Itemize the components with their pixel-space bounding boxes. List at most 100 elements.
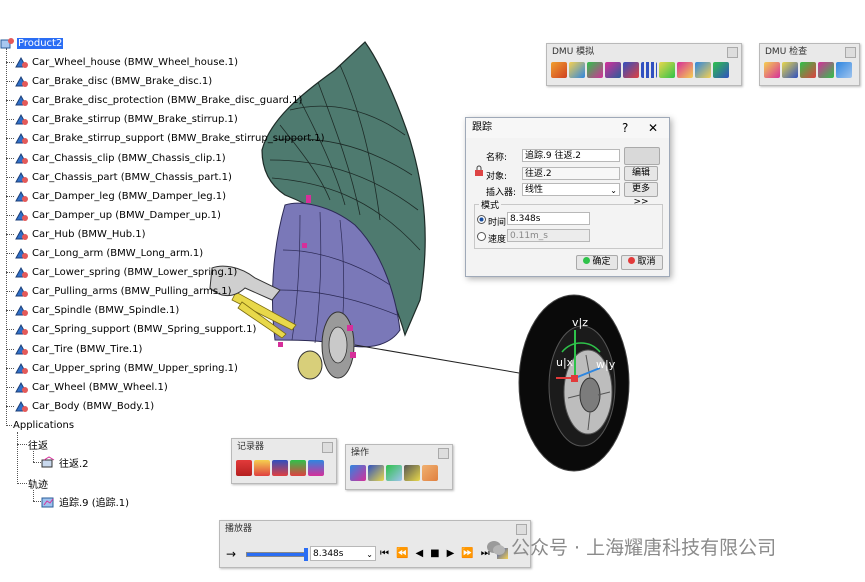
tree-part-node[interactable]: Car_Lower_spring (BMW_Lower_spring.1) bbox=[14, 265, 238, 279]
time-field[interactable]: 8.348s bbox=[507, 212, 590, 225]
ok-button[interactable]: 确定 bbox=[576, 255, 618, 270]
smart-move-icon[interactable] bbox=[404, 465, 420, 481]
swept-volume-icon[interactable] bbox=[695, 62, 711, 78]
close-icon[interactable]: ✕ bbox=[648, 118, 658, 138]
tree-part-node[interactable]: Car_Brake_stirrup (BMW_Brake_stirrup.1) bbox=[14, 112, 239, 126]
tree-shuttle-group[interactable]: 往返 bbox=[27, 437, 49, 452]
tree-part-node[interactable]: Car_Brake_disc (BMW_Brake_disc.1) bbox=[14, 74, 213, 88]
edit-path-icon[interactable] bbox=[677, 62, 693, 78]
recorder-toolbar[interactable]: 记录器 bbox=[231, 438, 337, 484]
clash-icon[interactable] bbox=[764, 62, 780, 78]
part-icon bbox=[14, 171, 29, 184]
tree-part-node[interactable]: Car_Pulling_arms (BMW_Pulling_arms.1) bbox=[14, 284, 233, 298]
scene-tool-icon[interactable] bbox=[587, 62, 603, 78]
record-stop-icon[interactable] bbox=[272, 460, 288, 476]
distance-icon[interactable] bbox=[782, 62, 798, 78]
trace-dialog[interactable]: 跟踪 ? ✕ 名称: 追踪.9 往返.2 对象: 往返.2 编辑 插入器: 线性… bbox=[465, 117, 670, 277]
tree-root-node[interactable]: Product2 bbox=[0, 36, 64, 50]
close-icon[interactable] bbox=[845, 47, 856, 58]
more-button[interactable]: 更多 >> bbox=[624, 182, 658, 207]
dmu-simulation-toolbar[interactable]: DMU 模拟 bbox=[546, 43, 742, 86]
tree-part-label: Car_Body (BMW_Body.1) bbox=[32, 400, 155, 412]
tree-part-node[interactable]: Car_Damper_leg (BMW_Damper_leg.1) bbox=[14, 189, 227, 203]
animate-icon[interactable] bbox=[713, 62, 729, 78]
play-forward-icon[interactable]: ▶ bbox=[447, 548, 455, 559]
tree-part-node[interactable]: Car_Body (BMW_Body.1) bbox=[14, 399, 155, 413]
sequence-tool-icon[interactable] bbox=[605, 62, 621, 78]
tree-shuttle-item[interactable]: 往返.2 bbox=[41, 455, 90, 470]
time-radio[interactable] bbox=[477, 215, 486, 224]
tree-track-group[interactable]: 轨迹 bbox=[27, 476, 49, 491]
part-icon bbox=[14, 132, 29, 145]
step-forward-icon[interactable]: ⏩ bbox=[461, 548, 473, 559]
manipulate-icon[interactable] bbox=[350, 465, 366, 481]
timeline-handle[interactable] bbox=[304, 548, 308, 561]
close-icon[interactable] bbox=[727, 47, 738, 58]
grid-tool-icon[interactable] bbox=[641, 62, 657, 78]
part-icon bbox=[14, 343, 29, 356]
snap-icon[interactable] bbox=[386, 465, 402, 481]
tree-part-node[interactable]: Car_Chassis_part (BMW_Chassis_part.1) bbox=[14, 170, 233, 184]
tree-part-label: Car_Spring_support (BMW_Spring_support.1… bbox=[32, 323, 257, 335]
stop-icon[interactable]: ■ bbox=[430, 548, 439, 559]
dmu-simulation-icons bbox=[547, 60, 741, 80]
record-icon[interactable] bbox=[236, 460, 252, 476]
timeline-slider[interactable] bbox=[246, 548, 308, 561]
annotate-tool-icon[interactable] bbox=[659, 62, 675, 78]
tree-part-label: Car_Chassis_part (BMW_Chassis_part.1) bbox=[32, 171, 232, 183]
part-icon bbox=[14, 209, 29, 222]
tree-part-node[interactable]: Car_Damper_up (BMW_Damper_up.1) bbox=[14, 208, 222, 222]
player-time-field[interactable]: 8.348s ⌄ bbox=[310, 546, 376, 561]
tree-track-item[interactable]: 追踪.9 (追踪.1) bbox=[41, 494, 130, 509]
simulation-tool-icon[interactable] bbox=[623, 62, 639, 78]
name-tools-icon[interactable] bbox=[624, 147, 660, 165]
tree-part-node[interactable]: Car_Upper_spring (BMW_Upper_spring.1) bbox=[14, 361, 239, 375]
tree-part-node[interactable]: Car_Wheel (BMW_Wheel.1) bbox=[14, 380, 169, 394]
track-tool-icon[interactable] bbox=[551, 62, 567, 78]
record-loop-icon[interactable] bbox=[290, 460, 306, 476]
object-field[interactable]: 往返.2 bbox=[522, 167, 620, 180]
tree-root-label: Product2 bbox=[17, 37, 64, 49]
rotate-icon[interactable] bbox=[368, 465, 384, 481]
edit-button[interactable]: 编辑 bbox=[624, 166, 658, 181]
tree-part-node[interactable]: Car_Chassis_clip (BMW_Chassis_clip.1) bbox=[14, 151, 227, 165]
name-field[interactable]: 追踪.9 往返.2 bbox=[522, 149, 620, 162]
compare-icon[interactable] bbox=[818, 62, 834, 78]
cancel-button[interactable]: 取消 bbox=[621, 255, 663, 270]
shuttle-tool-icon[interactable] bbox=[569, 62, 585, 78]
lock-icon[interactable] bbox=[475, 165, 483, 177]
dmu-check-toolbar[interactable]: DMU 检查 bbox=[759, 43, 860, 86]
band-analysis-icon[interactable] bbox=[800, 62, 816, 78]
record-settings-icon[interactable] bbox=[308, 460, 324, 476]
measure-icon[interactable] bbox=[836, 62, 852, 78]
step-back-icon[interactable]: ⏪ bbox=[396, 548, 408, 559]
tree-part-node[interactable]: Car_Long_arm (BMW_Long_arm.1) bbox=[14, 246, 204, 260]
interpolator-select[interactable]: 线性 ⌄ bbox=[522, 183, 620, 196]
tree-part-node[interactable]: Car_Wheel_house (BMW_Wheel_house.1) bbox=[14, 55, 239, 69]
help-icon[interactable]: ? bbox=[622, 118, 628, 138]
tree-applications-node[interactable]: Applications bbox=[12, 418, 75, 432]
dmu-check-icons bbox=[760, 60, 859, 80]
tree-part-node[interactable]: Car_Spring_support (BMW_Spring_support.1… bbox=[14, 322, 257, 336]
watermark: 公众号 · 上海耀唐科技有限公司 bbox=[487, 533, 776, 560]
skip-to-start-icon[interactable]: ⏮ bbox=[380, 548, 389, 559]
close-icon[interactable] bbox=[322, 442, 333, 453]
tree-part-node[interactable]: Car_Hub (BMW_Hub.1) bbox=[14, 227, 147, 241]
axis-w-label: w|y bbox=[596, 358, 616, 371]
speed-radio[interactable] bbox=[477, 232, 486, 241]
record-position-icon[interactable] bbox=[254, 460, 270, 476]
hand-icon[interactable] bbox=[422, 465, 438, 481]
tree-part-node[interactable]: Car_Brake_stirrup_support (BMW_Brake_sti… bbox=[14, 131, 326, 145]
trace-dialog-titlebar[interactable]: 跟踪 ? ✕ bbox=[466, 118, 669, 138]
part-icon bbox=[14, 381, 29, 394]
tree-part-node[interactable]: Car_Tire (BMW_Tire.1) bbox=[14, 342, 143, 356]
player-toolbar[interactable]: 播放器 → 8.348s ⌄ ⏮ ⏪ ◀ ■ ▶ ⏩ ⏭ bbox=[219, 520, 531, 568]
part-icon bbox=[14, 228, 29, 241]
operation-toolbar[interactable]: 操作 bbox=[345, 444, 453, 490]
tree-part-label: Car_Wheel (BMW_Wheel.1) bbox=[32, 381, 168, 393]
tree-part-node[interactable]: Car_Brake_disc_protection (BMW_Brake_dis… bbox=[14, 93, 303, 107]
tree-part-node[interactable]: Car_Spindle (BMW_Spindle.1) bbox=[14, 303, 180, 317]
direction-arrow-icon[interactable]: → bbox=[226, 547, 236, 561]
close-icon[interactable] bbox=[438, 448, 449, 459]
play-backward-icon[interactable]: ◀ bbox=[415, 548, 423, 559]
